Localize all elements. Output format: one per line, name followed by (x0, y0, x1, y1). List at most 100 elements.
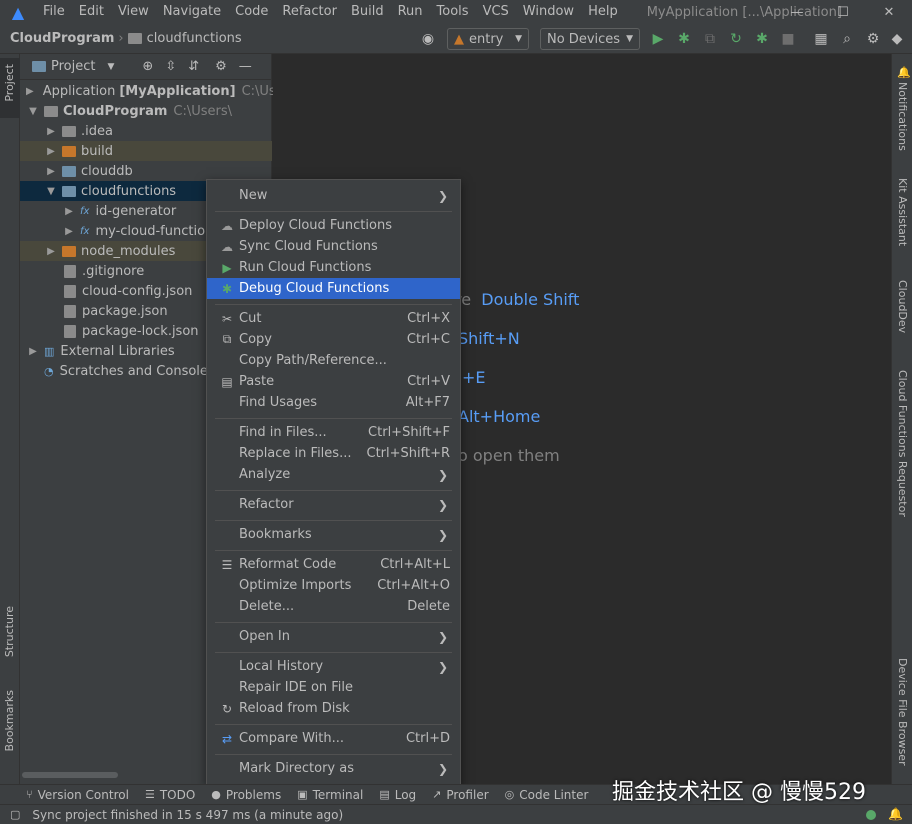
tab-profiler[interactable]: ↗ Profiler (424, 788, 496, 802)
menu-item-refactor[interactable]: Refactor ❯ (207, 494, 460, 515)
tab-log[interactable]: ▤ Log (371, 788, 424, 802)
menu-item-new[interactable]: New ❯ (207, 185, 460, 206)
menu-item-mark-directory-as[interactable]: Mark Directory as ❯ (207, 758, 460, 779)
menu-item-sync-cloud-functions[interactable]: ☁ Sync Cloud Functions (207, 236, 460, 257)
project-tool-tab[interactable]: Project (0, 58, 20, 118)
chevron-right-icon[interactable]: ▶ (44, 246, 58, 257)
expand-all-icon[interactable]: ⇳ (165, 59, 176, 74)
device-file-browser-tab[interactable]: Device File Browser (896, 658, 909, 766)
menu-item-run-cloud-functions[interactable]: ▶ Run Cloud Functions (207, 257, 460, 278)
target-icon[interactable]: ◉ (419, 30, 437, 48)
status-message[interactable]: Sync project finished in 15 s 497 ms (a … (32, 808, 343, 822)
status-toggle-icon[interactable]: ▢ (10, 808, 20, 821)
json-file-icon (64, 324, 76, 338)
tab-code-linter[interactable]: ◎ Code Linter (497, 788, 597, 802)
menu-item-optimize-imports[interactable]: Optimize Imports Ctrl+Alt+O (207, 575, 460, 596)
menu-item-local-history[interactable]: Local History ❯ (207, 656, 460, 677)
menu-item-cut[interactable]: ✂ Cut Ctrl+X (207, 308, 460, 329)
chevron-right-icon[interactable]: ▶ (44, 126, 58, 137)
menu-window[interactable]: Window (516, 0, 581, 24)
menu-item-find-usages[interactable]: Find Usages Alt+F7 (207, 392, 460, 413)
menu-item-delete[interactable]: Delete... Delete (207, 596, 460, 617)
menu-item-reformat-code[interactable]: ☰ Reformat Code Ctrl+Alt+L (207, 554, 460, 575)
chevron-right-icon[interactable]: ▶ (26, 346, 40, 357)
maximize-icon[interactable]: ☐ (820, 0, 866, 24)
cloud-functions-requestor-tab[interactable]: Cloud Functions Requestor (896, 370, 909, 517)
search-icon[interactable]: ⌕ (838, 30, 856, 48)
chevron-down-icon[interactable]: ▼ (44, 186, 58, 197)
run-icon[interactable]: ▶ (649, 30, 667, 48)
tab-todo[interactable]: ☰ TODO (137, 788, 203, 802)
breadcrumb-folder[interactable]: cloudfunctions (147, 31, 242, 46)
menu-item-paste[interactable]: ▤ Paste Ctrl+V (207, 371, 460, 392)
menu-item-deploy-cloud-functions[interactable]: ☁ Deploy Cloud Functions (207, 215, 460, 236)
menu-navigate[interactable]: Navigate (156, 0, 228, 24)
attach-debugger-icon[interactable]: ⧉ (701, 30, 719, 48)
tree-row-build[interactable]: ▶ build (20, 141, 272, 161)
menu-vcs[interactable]: VCS (476, 0, 516, 24)
hdc-icon[interactable]: ◆ (888, 30, 906, 48)
status-indicator-icon[interactable] (866, 810, 876, 820)
menu-code[interactable]: Code (228, 0, 275, 24)
hide-icon[interactable]: — (239, 59, 252, 74)
menu-help[interactable]: Help (581, 0, 625, 24)
menu-run[interactable]: Run (391, 0, 430, 24)
collapse-all-icon[interactable]: ⇵ (188, 59, 199, 74)
chevron-right-icon[interactable]: ▶ (44, 146, 58, 157)
minimize-icon[interactable]: — (774, 0, 820, 24)
chevron-right-icon[interactable]: ▶ (26, 86, 34, 97)
chevron-right-icon[interactable]: ▶ (62, 206, 76, 217)
menu-build[interactable]: Build (344, 0, 391, 24)
menu-item-replace-in-files[interactable]: Replace in Files... Ctrl+Shift+R (207, 443, 460, 464)
device-combo[interactable]: No Devices ▼ (540, 28, 640, 50)
structure-tool-tab[interactable]: Structure (3, 606, 16, 657)
stop-icon[interactable]: ■ (779, 30, 797, 48)
bookmarks-tool-tab[interactable]: Bookmarks (3, 690, 16, 751)
tree-row-cloudprogram[interactable]: ▼ CloudProgram C:\Users\ (20, 101, 272, 121)
chevron-down-icon[interactable]: ▼ (26, 106, 40, 117)
debug-icon[interactable]: ✱ (675, 30, 693, 48)
apply-changes-icon[interactable]: ↻ (727, 30, 745, 48)
clouddev-tab[interactable]: CloudDev (896, 280, 909, 333)
tab-version-control[interactable]: ⑂ Version Control (0, 788, 137, 802)
tree-row-application[interactable]: ▶ Application [MyApplication] C:\Use (20, 81, 284, 101)
menu-item-label: Copy (239, 332, 272, 347)
menu-refactor[interactable]: Refactor (275, 0, 344, 24)
menu-item-open-in[interactable]: Open In ❯ (207, 626, 460, 647)
tab-problems[interactable]: ● Problems (203, 788, 289, 802)
copy-icon: ⧉ (222, 332, 232, 346)
menu-item-copy[interactable]: ⧉ Copy Ctrl+C (207, 329, 460, 350)
menu-file[interactable]: File (36, 0, 72, 24)
menu-item-bookmarks[interactable]: Bookmarks ❯ (207, 524, 460, 545)
apply-code-changes-icon[interactable]: ✱ (753, 30, 771, 48)
tab-terminal[interactable]: ▣ Terminal (289, 788, 371, 802)
menu-item-reload-from-disk[interactable]: ↻ Reload from Disk (207, 698, 460, 719)
notifications-icon[interactable]: 🔔 (888, 807, 903, 821)
menu-tools[interactable]: Tools (430, 0, 476, 24)
project-panel-title[interactable]: Project (51, 59, 95, 74)
chevron-down-icon[interactable]: ▼ (107, 62, 114, 72)
module-combo[interactable]: ▲ entry ▼ (447, 28, 529, 50)
gear-icon[interactable]: ⚙ (215, 59, 227, 74)
menu-view[interactable]: View (111, 0, 156, 24)
settings-icon[interactable]: ⚙ (864, 30, 882, 48)
menu-item-repair-ide[interactable]: Repair IDE on File (207, 677, 460, 698)
close-icon[interactable]: ✕ (866, 0, 912, 24)
tree-row-idea[interactable]: ▶ .idea (20, 121, 272, 141)
locate-icon[interactable]: ⊕ (142, 59, 153, 74)
menu-item-analyze[interactable]: Analyze ❯ (207, 464, 460, 485)
menu-item-copy-path[interactable]: Copy Path/Reference... (207, 350, 460, 371)
device-manager-icon[interactable]: ▦ (812, 30, 830, 48)
breadcrumb-project[interactable]: CloudProgram (10, 31, 114, 46)
menu-edit[interactable]: Edit (72, 0, 111, 24)
menu-item-compare-with[interactable]: ⇄ Compare With... Ctrl+D (207, 728, 460, 749)
kit-assistant-tab[interactable]: Kit Assistant (896, 178, 909, 246)
menu-item-find-in-files[interactable]: Find in Files... Ctrl+Shift+F (207, 422, 460, 443)
notifications-tab[interactable]: Notifications (896, 82, 909, 151)
menu-item-debug-cloud-functions[interactable]: ✱ Debug Cloud Functions (207, 278, 460, 299)
tree-row-clouddb[interactable]: ▶ clouddb (20, 161, 272, 181)
horizontal-scrollbar[interactable] (22, 772, 118, 778)
menu-item-shortcut: Ctrl+C (406, 332, 450, 347)
chevron-right-icon[interactable]: ▶ (62, 226, 76, 237)
chevron-right-icon[interactable]: ▶ (44, 166, 58, 177)
